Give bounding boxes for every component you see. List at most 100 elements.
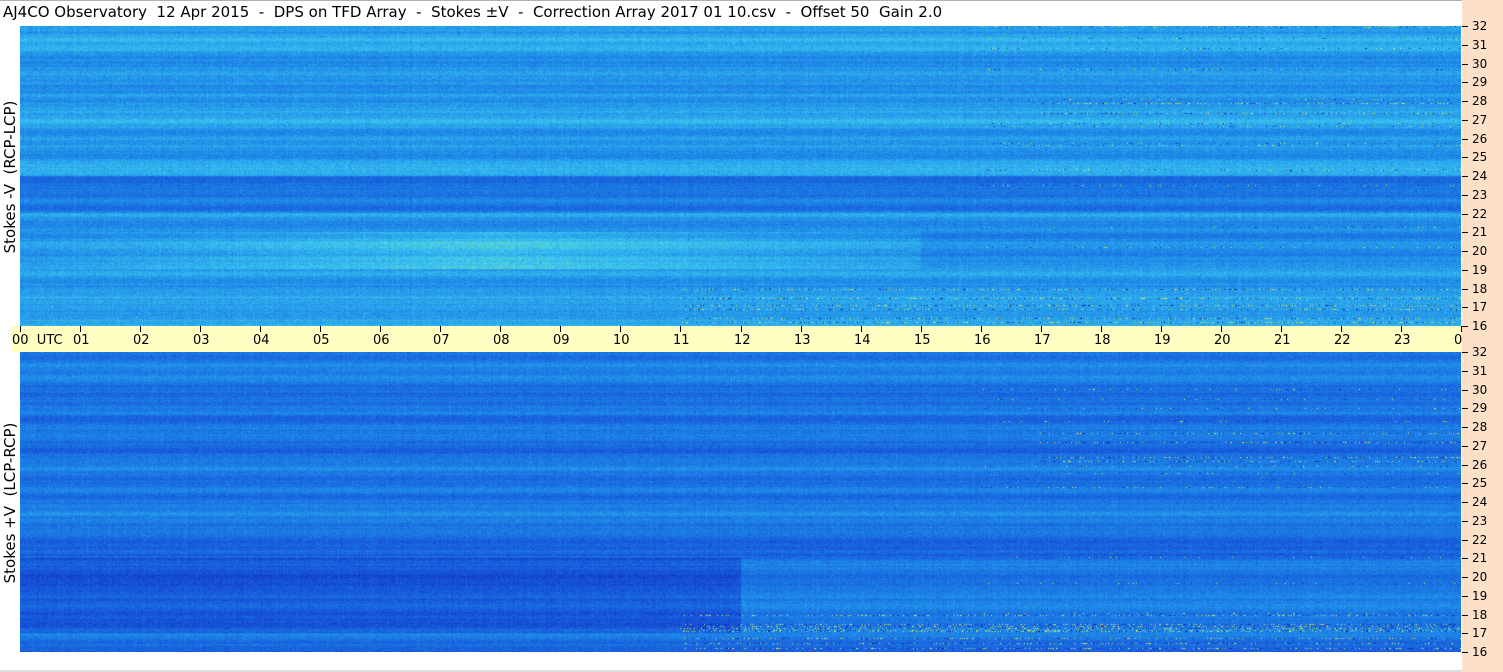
freq-tick-label: 24 bbox=[1472, 169, 1488, 183]
time-tick-label: 17 bbox=[1034, 333, 1051, 348]
time-tick-label: 03 bbox=[193, 333, 210, 348]
freq-tick bbox=[1462, 157, 1468, 158]
freq-tick-label: 23 bbox=[1472, 188, 1488, 202]
freq-tick-label: 18 bbox=[1472, 282, 1488, 296]
freq-tick-label: 20 bbox=[1472, 570, 1488, 584]
time-tick bbox=[200, 326, 201, 332]
freq-tick bbox=[1462, 446, 1468, 447]
freq-tick-label: 16 bbox=[1472, 645, 1488, 659]
freq-tick-label: 20 bbox=[1472, 244, 1488, 258]
time-tick bbox=[80, 326, 81, 332]
freq-tick-label: 22 bbox=[1472, 533, 1488, 547]
freq-tick bbox=[1462, 521, 1468, 522]
time-tick bbox=[380, 326, 381, 332]
freq-tick-label: 17 bbox=[1472, 300, 1488, 314]
time-tick-label: 22 bbox=[1334, 333, 1351, 348]
freq-tick-label: 21 bbox=[1472, 551, 1488, 565]
spectrogram-bottom bbox=[20, 352, 1461, 652]
time-tick-label: 01 bbox=[73, 333, 90, 348]
time-tick bbox=[140, 326, 141, 332]
time-tick-label: 07 bbox=[433, 333, 450, 348]
time-tick bbox=[260, 326, 261, 332]
freq-tick-label: 19 bbox=[1472, 263, 1488, 277]
time-tick bbox=[921, 326, 922, 332]
freq-tick-label: 17 bbox=[1472, 626, 1488, 640]
freq-tick bbox=[1462, 427, 1468, 428]
time-tick-label: 00 UTC bbox=[12, 333, 63, 348]
freq-tick bbox=[1462, 540, 1468, 541]
freq-tick-label: 25 bbox=[1472, 476, 1488, 490]
freq-tick-label: 30 bbox=[1472, 57, 1488, 71]
top-panel-label: Stokes -V (RCP-LCP) bbox=[1, 100, 19, 254]
time-tick-label: 12 bbox=[734, 333, 751, 348]
freq-tick-label: 28 bbox=[1472, 420, 1488, 434]
freq-tick bbox=[1462, 307, 1468, 308]
freq-tick bbox=[1462, 326, 1468, 327]
freq-tick bbox=[1462, 352, 1468, 353]
spectrogram-bottom-canvas bbox=[20, 352, 1461, 652]
freq-tick-label: 21 bbox=[1472, 225, 1488, 239]
time-tick bbox=[981, 326, 982, 332]
time-tick bbox=[1161, 326, 1162, 332]
time-tick bbox=[1101, 326, 1102, 332]
freq-tick-label: 24 bbox=[1472, 495, 1488, 509]
freq-tick bbox=[1462, 195, 1468, 196]
freq-tick-label: 32 bbox=[1472, 19, 1488, 33]
time-tick-label: 09 bbox=[553, 333, 570, 348]
time-tick-label: 16 bbox=[974, 333, 991, 348]
freq-tick bbox=[1462, 615, 1468, 616]
freq-tick-label: 26 bbox=[1472, 132, 1488, 146]
spectrogram-top-canvas bbox=[20, 26, 1461, 326]
time-axis: 00 UTC 01 02 03 04 05 06 07 08 09 10 11 12 13 14 15 16 17… bbox=[11, 326, 1503, 352]
freq-tick-label: 16 bbox=[1472, 319, 1488, 333]
chart-title: AJ4CO Observatory 12 Apr 2015 - DPS on T… bbox=[3, 3, 943, 21]
spectrogram-top bbox=[20, 26, 1461, 326]
freq-tick bbox=[1462, 289, 1468, 290]
freq-tick bbox=[1462, 270, 1468, 271]
freq-tick-label: 22 bbox=[1472, 207, 1488, 221]
freq-tick bbox=[1462, 502, 1468, 503]
freq-tick bbox=[1462, 408, 1468, 409]
time-tick-label: 11 bbox=[673, 333, 690, 348]
freq-tick-label: 29 bbox=[1472, 401, 1488, 415]
freq-tick bbox=[1462, 64, 1468, 65]
freq-tick bbox=[1462, 251, 1468, 252]
time-tick-label: 05 bbox=[313, 333, 330, 348]
time-tick-label: 23 bbox=[1394, 333, 1411, 348]
time-tick bbox=[801, 326, 802, 332]
time-tick bbox=[1041, 326, 1042, 332]
top-border bbox=[0, 0, 1462, 1]
freq-tick bbox=[1462, 176, 1468, 177]
time-tick-label: 19 bbox=[1154, 333, 1171, 348]
time-tick bbox=[1281, 326, 1282, 332]
time-tick bbox=[861, 326, 862, 332]
freq-tick bbox=[1462, 652, 1468, 653]
freq-tick-label: 26 bbox=[1472, 458, 1488, 472]
freq-tick bbox=[1462, 82, 1468, 83]
freq-tick bbox=[1462, 577, 1468, 578]
time-tick-label: 20 bbox=[1214, 333, 1231, 348]
time-tick-label: 06 bbox=[373, 333, 390, 348]
freq-tick bbox=[1462, 232, 1468, 233]
time-tick bbox=[620, 326, 621, 332]
freq-tick-label: 25 bbox=[1472, 150, 1488, 164]
freq-tick bbox=[1462, 483, 1468, 484]
time-tick bbox=[20, 326, 21, 332]
time-tick-label: 10 bbox=[613, 333, 630, 348]
freq-tick-label: 19 bbox=[1472, 589, 1488, 603]
bottom-panel-label: Stokes +V (LCP-RCP) bbox=[1, 422, 19, 584]
time-tick bbox=[1401, 326, 1402, 332]
freq-tick-label: 29 bbox=[1472, 75, 1488, 89]
freq-tick-label: 27 bbox=[1472, 439, 1488, 453]
time-tick-label: 13 bbox=[794, 333, 811, 348]
time-tick bbox=[560, 326, 561, 332]
time-tick-label: 02 bbox=[133, 333, 150, 348]
time-tick-label: 18 bbox=[1094, 333, 1111, 348]
time-tick bbox=[1221, 326, 1222, 332]
time-tick bbox=[680, 326, 681, 332]
time-tick bbox=[440, 326, 441, 332]
freq-tick bbox=[1462, 214, 1468, 215]
time-tick bbox=[320, 326, 321, 332]
time-tick bbox=[500, 326, 501, 332]
freq-tick bbox=[1462, 139, 1468, 140]
